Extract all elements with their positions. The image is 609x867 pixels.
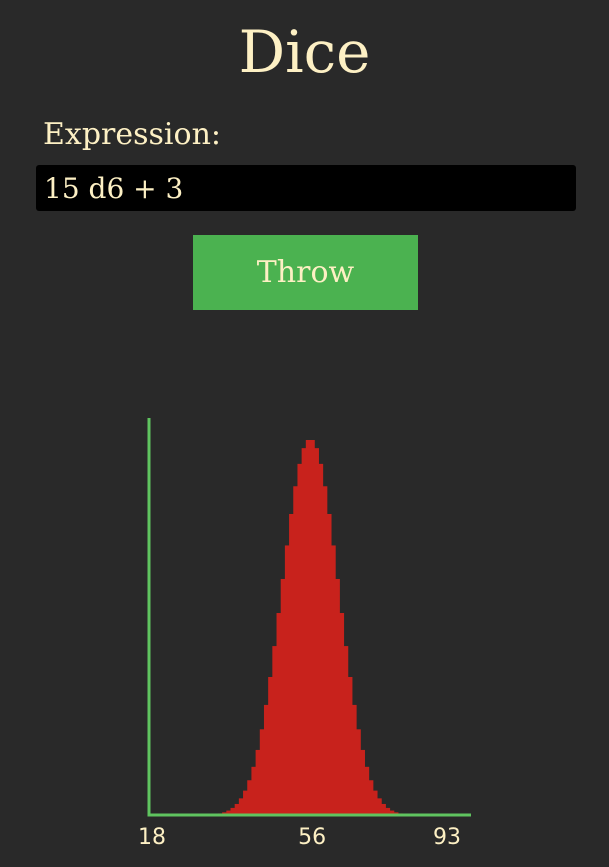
histogram-bar [255, 749, 261, 815]
histogram-bar [356, 729, 361, 815]
histogram-bar [280, 578, 286, 815]
histogram-bar [376, 798, 382, 815]
histogram-bar [272, 646, 278, 815]
histogram-bar [364, 766, 370, 815]
histogram-bar [251, 766, 257, 815]
histogram-bar [318, 463, 324, 815]
histogram-bar [343, 646, 349, 815]
histogram-chart: 18 56 93 [138, 418, 471, 850]
histogram-bar [339, 613, 345, 815]
histogram-bar [310, 440, 315, 815]
histogram-bar [305, 440, 311, 815]
histogram-bar [297, 463, 303, 815]
histogram-bar [234, 803, 240, 815]
histogram-bar [276, 613, 282, 815]
histogram-bar [381, 803, 386, 815]
histogram-bar [368, 780, 374, 815]
histogram-bar [330, 545, 336, 815]
histogram-bar [284, 545, 290, 815]
histogram-bar [263, 704, 269, 815]
x-tick-label-max: 93 [433, 825, 461, 850]
histogram-bar [301, 448, 307, 815]
histogram-bar [243, 790, 248, 815]
histogram-bar [247, 780, 253, 815]
histogram-bar [322, 486, 328, 815]
histogram-bar [347, 677, 353, 815]
histogram-bar [268, 677, 273, 815]
histogram-bars [209, 440, 412, 815]
histogram-bar [238, 798, 244, 815]
x-tick-label-mid: 56 [298, 825, 326, 850]
histogram-bar [289, 513, 294, 815]
histogram-bar [360, 749, 365, 815]
x-tick-label-min: 18 [138, 825, 166, 850]
histogram-bar [259, 729, 265, 815]
histogram-bar [335, 578, 340, 815]
histogram-bar [351, 704, 357, 815]
histogram-bar [293, 486, 299, 815]
histogram-bar [372, 790, 378, 815]
histogram-bar [326, 513, 332, 815]
histogram-bar [314, 448, 319, 815]
